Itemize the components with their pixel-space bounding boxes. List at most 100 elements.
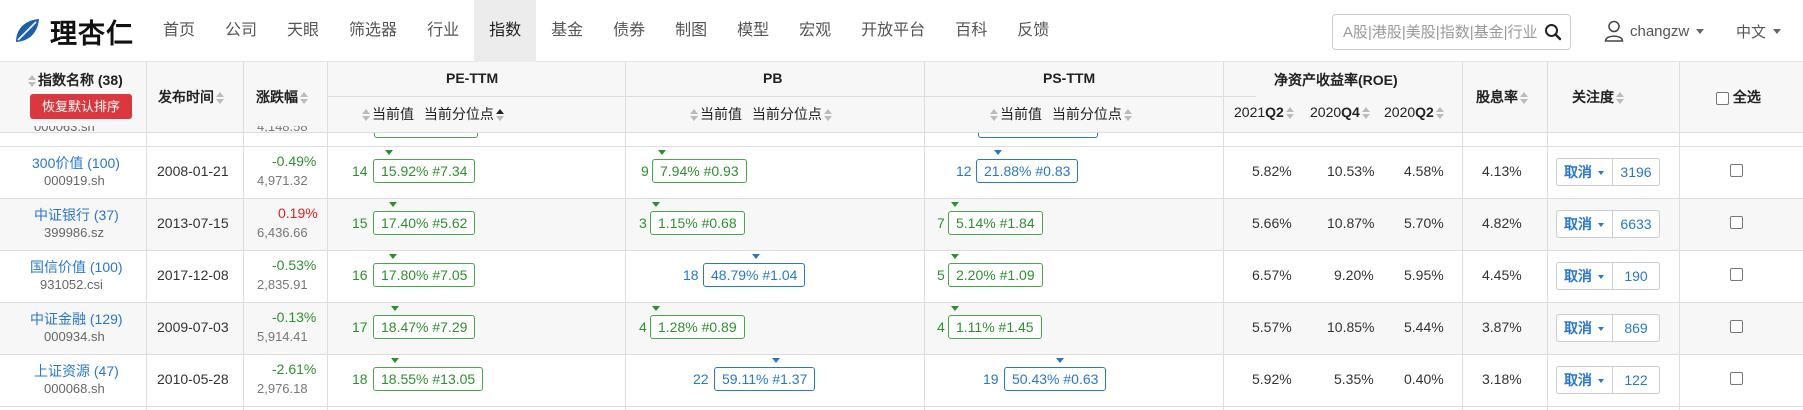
roe-2021q2: 5.57% <box>1252 319 1292 335</box>
header-pb-sub[interactable]: 当前值 当前分位点 <box>688 104 834 124</box>
nav-item-industry[interactable]: 行业 <box>412 0 474 62</box>
header-date[interactable]: 发布时间 <box>158 87 226 107</box>
unfollow-button[interactable]: 取消 <box>1557 315 1613 341</box>
header-pe-sub[interactable]: 当前值 当前分位点 <box>360 104 506 124</box>
user-menu[interactable]: changzw <box>1604 0 1705 62</box>
sort-icon <box>362 109 370 122</box>
index-name[interactable]: 上证资源 (47) <box>34 361 119 381</box>
header-dividend[interactable]: 股息率 <box>1476 87 1530 107</box>
pe-percentile-pill[interactable]: 18.55% #13.05 <box>373 367 484 391</box>
pe-percentile-pill[interactable]: 18.47% #7.29 <box>373 315 476 339</box>
pe-marker <box>389 254 397 259</box>
header-roe-q1[interactable]: 2021Q2 <box>1234 104 1296 120</box>
nav-item-model[interactable]: 模型 <box>722 0 784 62</box>
search-icon[interactable] <box>1544 23 1562 41</box>
unfollow-button[interactable]: 取消 <box>1557 211 1613 237</box>
nav-item-bond[interactable]: 债券 <box>598 0 660 62</box>
ps-percentile-pill[interactable]: 1.11% #1.45 <box>948 315 1042 339</box>
sort-icon <box>1285 107 1294 120</box>
header-ps-sub[interactable]: 当前值 当前分位点 <box>988 104 1134 124</box>
ps-rank: 19 <box>983 371 999 387</box>
header-bottom-border <box>0 132 1803 133</box>
nav-item-macro[interactable]: 宏观 <box>784 0 846 62</box>
ps-percentile-pill[interactable]: 21.88% #0.83 <box>976 159 1079 183</box>
ps-percentile-pill[interactable]: 2.20% #1.09 <box>948 263 1043 287</box>
table-row: 上证资源 (47) 000068.sh 2010-05-28 -2.61% 2,… <box>0 354 1803 406</box>
follow-count: 190 <box>1624 268 1648 284</box>
index-name[interactable]: 中证金融 (129) <box>30 309 123 329</box>
nav-item-home[interactable]: 首页 <box>148 0 210 62</box>
ps-marker <box>951 254 959 259</box>
nav-item-wiki[interactable]: 百科 <box>940 0 1002 62</box>
follow-control: 取消 6633 <box>1556 210 1660 238</box>
follow-count: 3196 <box>1620 164 1652 180</box>
nav-item-open-platform[interactable]: 开放平台 <box>846 0 940 62</box>
header-follow[interactable]: 关注度 <box>1572 87 1626 107</box>
nav-item-fund[interactable]: 基金 <box>536 0 598 62</box>
header-change[interactable]: 涨跌幅 <box>256 87 310 107</box>
ps-marker <box>951 202 959 207</box>
select-all-checkbox[interactable] <box>1716 91 1729 105</box>
pe-percentile-pill[interactable]: 15.92% #7.34 <box>373 159 476 183</box>
pb-percentile-pill[interactable]: 1.15% #0.68 <box>650 211 745 235</box>
index-name[interactable]: 300价值 (100) <box>32 153 120 173</box>
change-percent: -0.53% <box>272 257 317 273</box>
language-select[interactable]: 中文 <box>1736 0 1782 62</box>
pb-percentile-pill[interactable]: 59.11% #1.37 <box>714 367 816 391</box>
dividend-yield: 4.82% <box>1482 215 1522 231</box>
pb-percentile-pill[interactable]: 1.28% #0.89 <box>650 315 745 339</box>
pb-marker <box>652 306 660 311</box>
row-checkbox[interactable] <box>1730 320 1743 333</box>
select-all[interactable]: 全选 <box>1716 87 1761 107</box>
index-value: 6,436.66 <box>257 225 308 240</box>
follow-count: 6633 <box>1620 216 1652 232</box>
user-caret-icon <box>1696 28 1705 34</box>
unfollow-button[interactable]: 取消 <box>1557 263 1613 289</box>
index-code: 000934.sh <box>44 329 105 344</box>
ps-percentile-pill[interactable]: 50.43% #0.63 <box>1004 367 1107 391</box>
roe-2020q2: 5.44% <box>1404 319 1444 335</box>
header-name[interactable]: 指数名称 (38) <box>26 70 123 90</box>
header-roe-q3[interactable]: 2020Q2 <box>1384 104 1446 120</box>
row-checkbox[interactable] <box>1730 164 1743 177</box>
row-border <box>0 198 1803 199</box>
col-divider <box>327 62 328 410</box>
header-roe: 净资产收益率(ROE) <box>1274 72 1398 88</box>
col-divider <box>1547 62 1548 410</box>
sort-asc-icon <box>495 109 504 122</box>
nav-item-company[interactable]: 公司 <box>210 0 272 62</box>
row-border <box>0 354 1803 355</box>
nav-item-screener[interactable]: 筛选器 <box>334 0 412 62</box>
row-checkbox[interactable] <box>1730 268 1743 281</box>
pb-percentile-pill[interactable]: 7.94% #0.93 <box>652 159 747 183</box>
col-divider <box>924 62 925 410</box>
pb-percentile-pill[interactable]: 48.79% #1.04 <box>703 263 806 287</box>
row-checkbox[interactable] <box>1730 372 1743 385</box>
index-name[interactable]: 中证银行 (37) <box>34 205 119 225</box>
col-divider <box>1462 62 1463 410</box>
unfollow-button[interactable]: 取消 <box>1557 159 1613 185</box>
nav-item-charting[interactable]: 制图 <box>660 0 722 62</box>
pe-percentile-pill[interactable]: 17.80% #7.05 <box>373 263 476 287</box>
nav-item-feedback[interactable]: 反馈 <box>1002 0 1064 62</box>
reset-sort-button[interactable]: 恢复默认排序 <box>30 94 132 119</box>
header-roe-q2[interactable]: 2020Q4 <box>1310 104 1372 120</box>
row-border <box>0 146 1803 147</box>
pe-percentile-pill[interactable]: 17.40% #5.62 <box>373 211 476 235</box>
search-input[interactable] <box>1343 15 1538 49</box>
change-percent: 0.19% <box>278 205 318 221</box>
header-divider <box>328 96 1256 97</box>
unfollow-button[interactable]: 取消 <box>1557 367 1613 393</box>
pb-marker <box>658 150 666 155</box>
logo[interactable]: 理杏仁 <box>12 13 134 49</box>
row-checkbox[interactable] <box>1730 216 1743 229</box>
chevron-down-icon <box>1598 171 1604 176</box>
index-name[interactable]: 国信价值 (100) <box>30 257 123 277</box>
pe-marker <box>391 358 399 363</box>
nav-item-index[interactable]: 指数 <box>474 0 537 62</box>
dividend-yield: 3.87% <box>1482 319 1522 335</box>
ps-percentile-pill[interactable]: 5.14% #1.84 <box>948 211 1043 235</box>
sort-icon <box>690 109 698 122</box>
nav-item-tianyan[interactable]: 天眼 <box>272 0 334 62</box>
roe-2021q2: 5.82% <box>1252 163 1292 179</box>
